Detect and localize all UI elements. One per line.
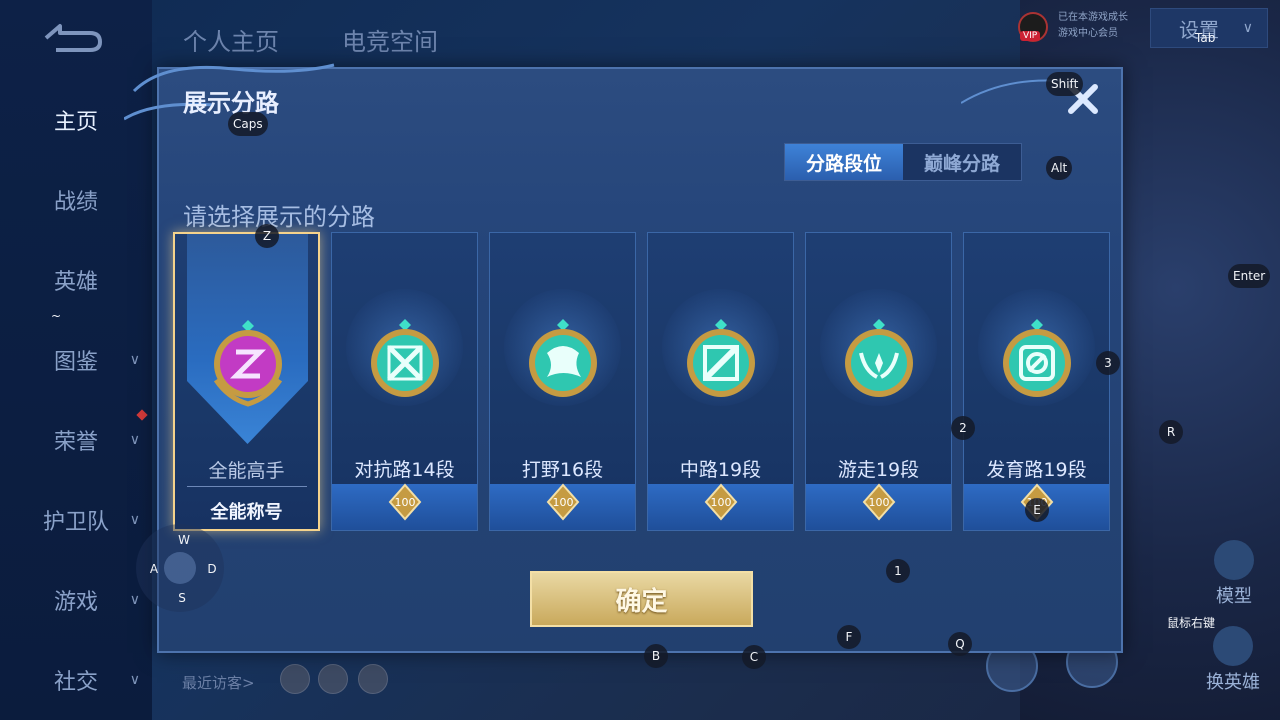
key-w: W — [178, 533, 190, 547]
sidebar-item-social[interactable]: 社交 ∨ — [0, 660, 152, 700]
chevron-down-icon: ∨ — [129, 672, 140, 688]
svg-text:100: 100 — [710, 496, 731, 509]
chevron-down-icon: ∨ — [129, 512, 140, 528]
rank-badge-icon: 100 — [388, 483, 421, 521]
lane-card-clash[interactable]: 对抗路14段 100 — [331, 232, 478, 531]
all-round-emblem-icon — [213, 320, 283, 407]
sidebar-item-codex[interactable]: 图鉴 ∨ — [0, 340, 152, 380]
sidebar-item-guard[interactable]: 护卫队 ∨ — [0, 500, 152, 540]
key-caps: Caps — [228, 112, 268, 136]
key-z: Z — [255, 224, 279, 248]
key-e: E — [1025, 498, 1049, 522]
tab-esports[interactable]: 电竞空间 — [342, 22, 438, 57]
lane-card-all-round[interactable]: 全能高手 全能称号 — [173, 232, 320, 531]
select-lane-prompt: 请选择展示的分路 — [183, 203, 375, 231]
lane-name: 对抗路14段 — [354, 459, 455, 481]
lane-card-mid[interactable]: 中路19段 100 — [647, 232, 794, 531]
key-b: B — [644, 644, 668, 668]
rank-badge-icon: 100 — [546, 483, 579, 521]
key-alt: Alt — [1046, 156, 1073, 180]
vip-text: 已在本游戏成长 游戏中心会员 — [1058, 12, 1128, 39]
key-1: 1 — [886, 559, 910, 583]
lane-card-roam[interactable]: 游走19段 100 — [805, 232, 952, 531]
lane-card-farm[interactable]: 发育路19段 100 — [963, 232, 1110, 531]
chevron-down-icon: ∨ — [129, 592, 140, 608]
hero-icon — [1213, 626, 1253, 666]
tab-lane-rank[interactable]: 分路段位 — [785, 144, 903, 180]
key-r: R — [1159, 420, 1183, 444]
avatar[interactable] — [358, 664, 388, 694]
back-button[interactable] — [42, 20, 104, 56]
notification-dot — [136, 409, 148, 421]
recent-visitors-label[interactable]: 最近访客> — [182, 672, 255, 693]
show-lane-dialog: 展示分路 分路段位 巅峰分路 请选择展示的分路 全能高手 全能称号 对抗路14段… — [124, 63, 1123, 653]
lane-name: 全能高手 — [208, 460, 285, 482]
key-enter: Enter — [1228, 264, 1271, 288]
lane-name: 中路19段 — [679, 459, 762, 481]
key-right-click: 鼠标右键 — [1167, 615, 1216, 630]
key-d: D — [207, 562, 217, 576]
key-f: F — [837, 625, 861, 649]
lane-name: 游走19段 — [837, 459, 920, 481]
lane-name: 发育路19段 — [986, 459, 1087, 481]
rank-badge-icon: 100 — [862, 483, 895, 521]
chevron-down-icon: ∨ — [129, 352, 140, 368]
key-a: A — [149, 562, 159, 576]
key-2: 2 — [951, 416, 975, 440]
key-shift: Shift — [1046, 72, 1084, 96]
joystick-knob[interactable] — [164, 552, 196, 584]
tab-profile[interactable]: 个人主页 — [183, 22, 279, 57]
sidebar-item-games[interactable]: 游戏 ∨ — [0, 580, 152, 620]
key-c: C — [742, 645, 766, 669]
sidebar-item-record[interactable]: 战绩 — [0, 180, 152, 220]
avatar[interactable] — [318, 664, 348, 694]
svg-text:100: 100 — [394, 496, 415, 509]
key-tab: Tab — [1195, 31, 1216, 45]
tab-peak-lane[interactable]: 巅峰分路 — [903, 144, 1021, 180]
chevron-down-icon: ∨ — [1242, 20, 1253, 36]
key-tilde: ~ — [50, 309, 62, 323]
key-s: S — [178, 591, 186, 605]
divider — [187, 486, 307, 487]
vip-badge: VIP — [1020, 31, 1041, 41]
key-3: 3 — [1096, 351, 1120, 375]
lane-name: 打野16段 — [521, 459, 604, 481]
key-q: Q — [948, 632, 972, 656]
person-icon — [1214, 540, 1254, 580]
svg-text:100: 100 — [868, 496, 889, 509]
dialog-title: 展示分路 — [183, 89, 279, 117]
change-hero-button[interactable]: 换英雄 — [1206, 626, 1260, 694]
rank-badge-icon: 100 — [704, 483, 737, 521]
avatar[interactable] — [280, 664, 310, 694]
chevron-down-icon: ∨ — [129, 432, 140, 448]
jungle-emblem-icon — [529, 319, 597, 397]
roam-emblem-icon — [845, 319, 913, 397]
lane-card-jungle[interactable]: 打野16段 100 — [489, 232, 636, 531]
model-button[interactable]: 模型 — [1214, 540, 1254, 608]
back-arrow-icon — [44, 24, 102, 52]
sidebar-item-heroes[interactable]: 英雄 — [0, 260, 152, 300]
farm-lane-emblem-icon — [1003, 319, 1071, 397]
sidebar-item-honor[interactable]: 荣誉 ∨ — [0, 420, 152, 460]
confirm-button[interactable]: 确定 — [530, 571, 753, 627]
lane-mode-toggle: 分路段位 巅峰分路 — [784, 143, 1022, 181]
title-label: 全能称号 — [210, 502, 283, 523]
svg-text:100: 100 — [552, 496, 573, 509]
clash-lane-emblem-icon — [371, 319, 439, 397]
mid-lane-emblem-icon — [687, 319, 755, 397]
